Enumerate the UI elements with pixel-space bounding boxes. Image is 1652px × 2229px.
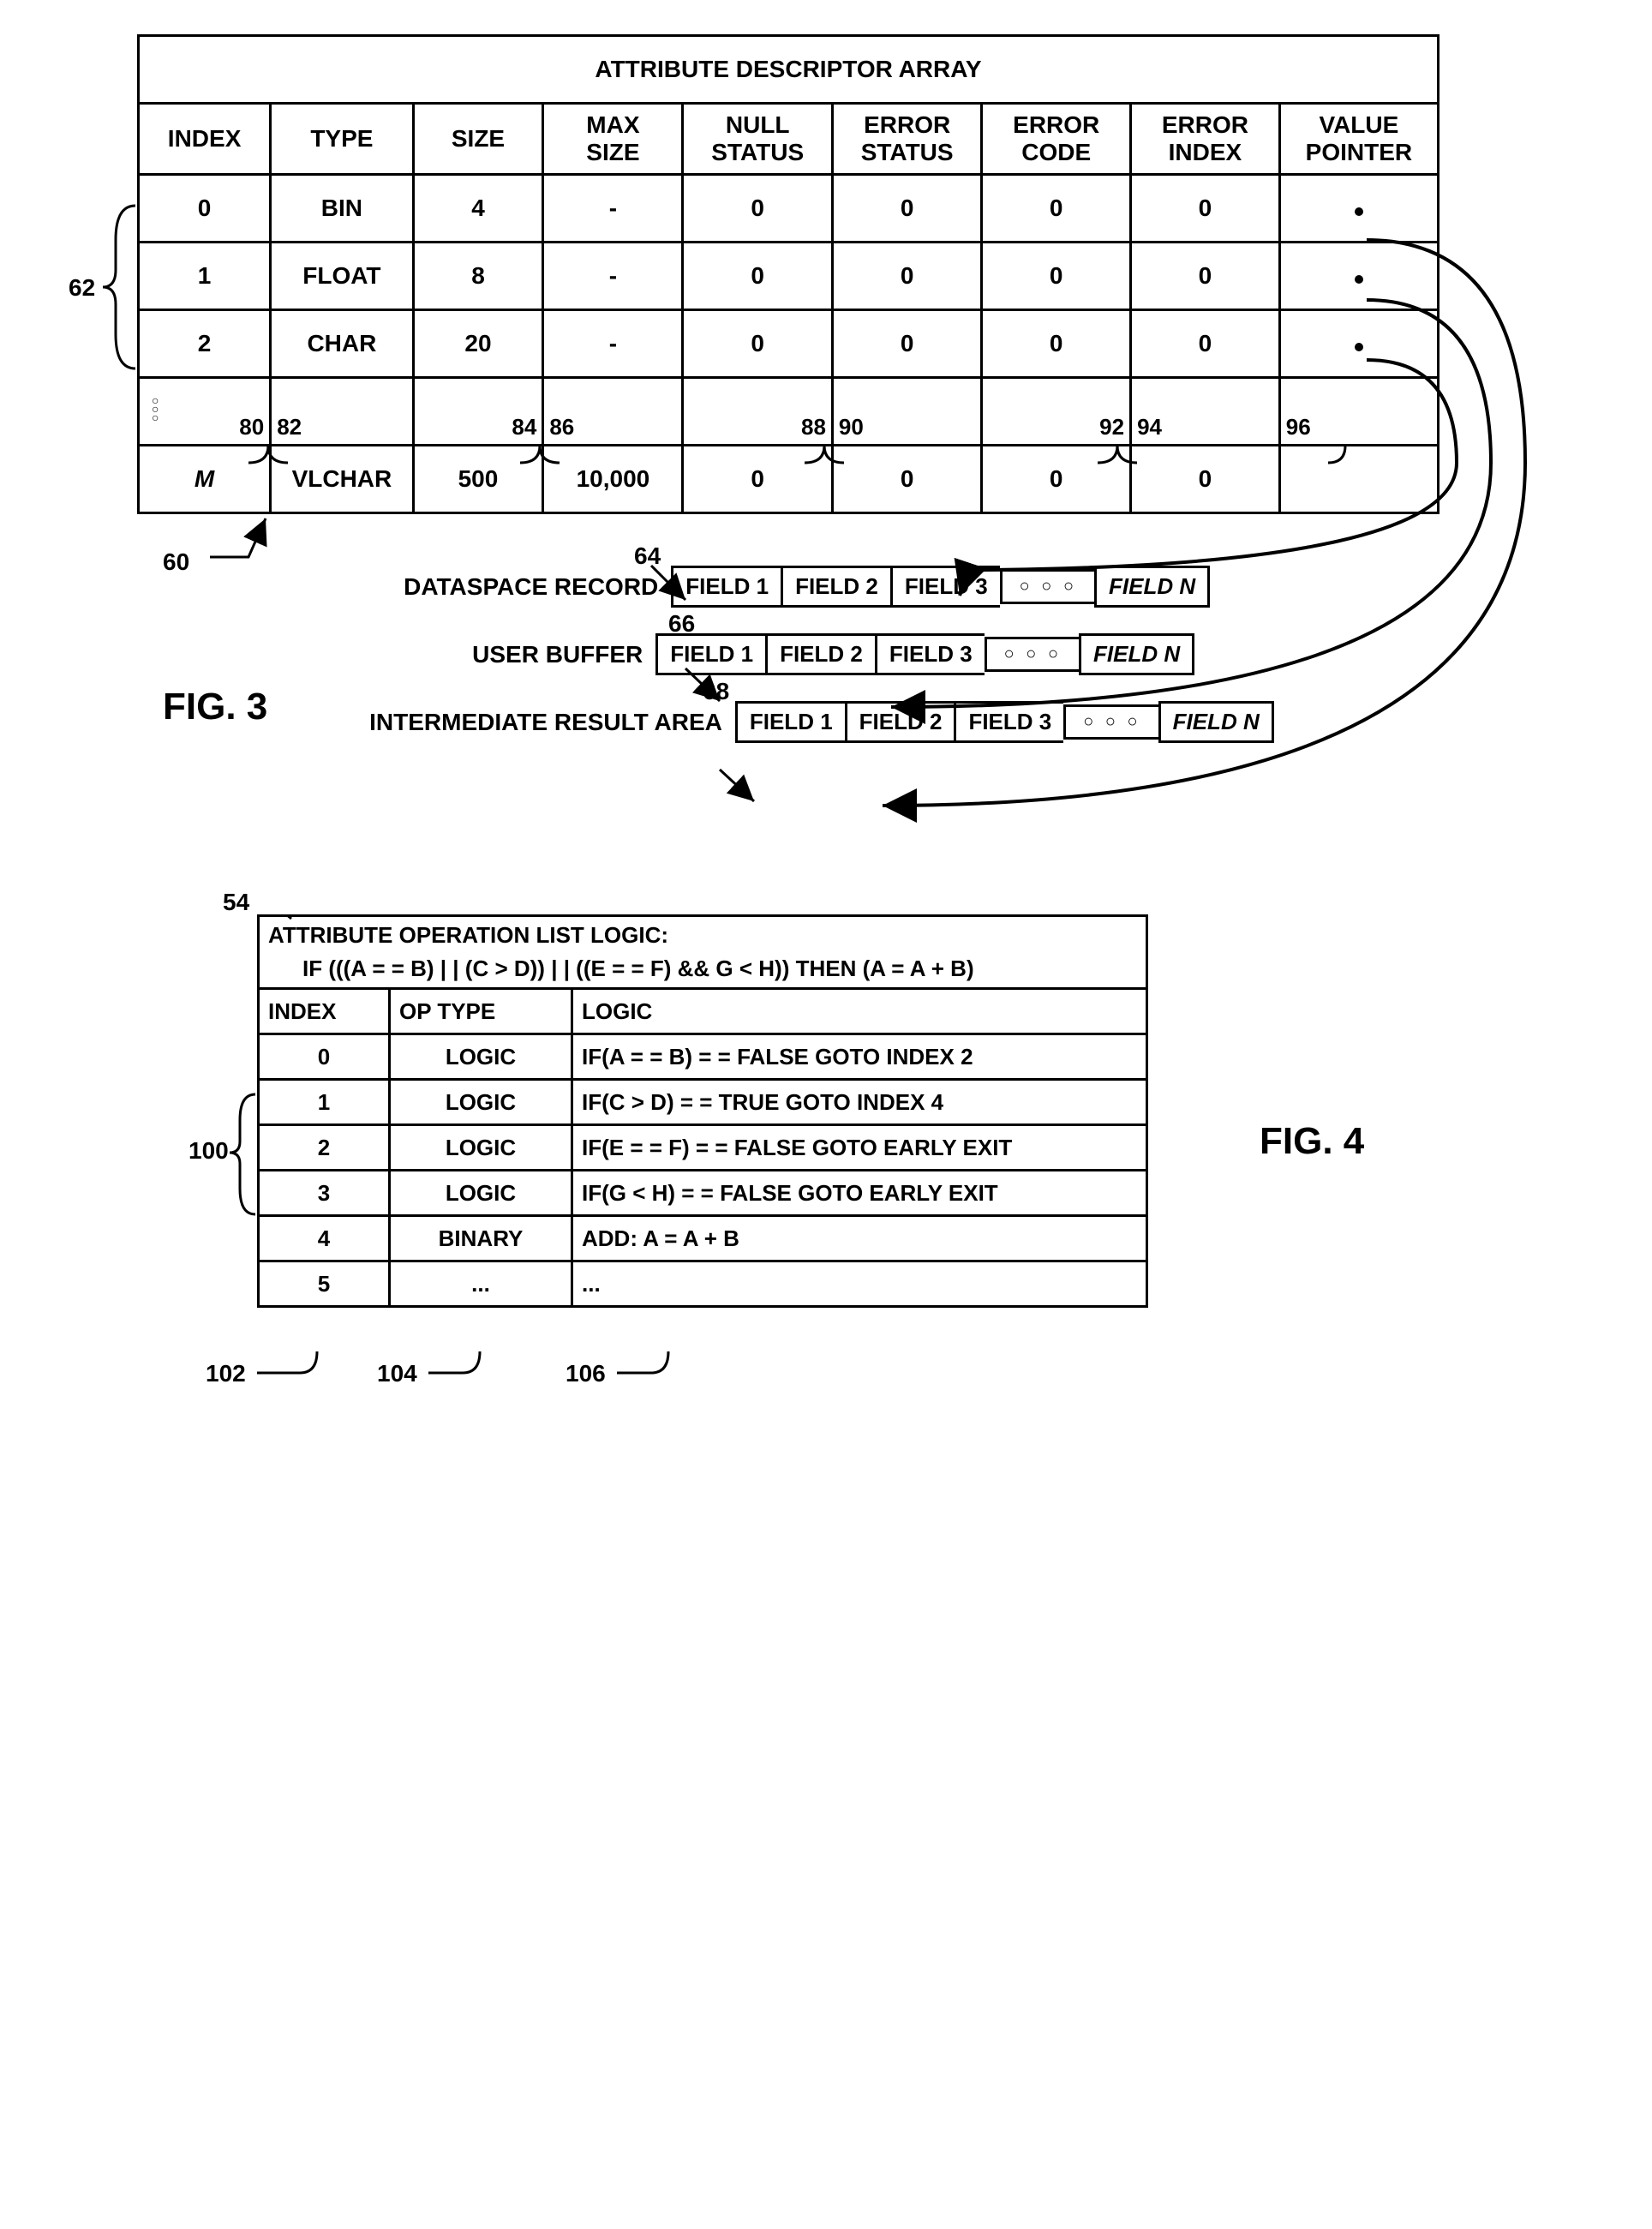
col-type: TYPE [271,104,413,175]
aol-row-0: 0 LOGIC IF(A = = B) = = FALSE GOTO INDEX… [259,1034,1147,1080]
colref-84: 84 [512,414,536,440]
vertical-ellipsis-icon: ○○○ [152,396,159,422]
aol-row-4: 4 BINARY ADD: A = A + B [259,1216,1147,1261]
aol-header: ATTRIBUTE OPERATION LIST LOGIC: IF (((A … [259,916,1147,989]
ref-104: 104 [377,1360,417,1387]
ref-62: 62 [69,274,95,302]
user-buffer-row: 66 USER BUFFER FIELD 1 FIELD 2 FIELD 3 ○… [446,633,1577,675]
intermediate-result-row: 68 INTERMEDIATE RESULT AREA FIELD 1 FIEL… [343,701,1577,743]
aol-header-line1: ATTRIBUTE OPERATION LIST LOGIC: [268,922,1137,949]
ada-row-1: 1 FLOAT 8 - 0 0 0 0 [139,243,1439,310]
ref-64: 64 [634,542,661,570]
ref-106: 106 [566,1360,606,1387]
field-ellipsis: ○ ○ ○ [1063,704,1158,740]
attribute-descriptor-array-table: ATTRIBUTE DESCRIPTOR ARRAY INDEX TYPE SI… [137,34,1440,514]
field-1: FIELD 1 [655,633,765,675]
pointer-cell-0 [1279,175,1438,243]
ref-60: 60 [163,548,189,576]
field-1: FIELD 1 [671,566,781,608]
field-n: FIELD N [1079,633,1194,675]
ada-title: ATTRIBUTE DESCRIPTOR ARRAY [139,36,1439,104]
aol-row-5: 5 ... ... [259,1261,1147,1307]
fig4-label: FIG. 4 [1260,1120,1364,1163]
col-errorcode: ERROR CODE [982,104,1131,175]
figure-3: ATTRIBUTE DESCRIPTOR ARRAY INDEX TYPE SI… [34,34,1577,743]
dataspace-record-label: DATASPACE RECORD [404,573,658,601]
figure-4: 54 ATTRIBUTE OPERATION LIST LOGIC: IF ((… [34,914,1577,1308]
field-3: FIELD 3 [875,633,985,675]
ada-row-m: M VLCHAR 500 10,000 0 0 0 0 [139,446,1439,513]
field-2: FIELD 2 [845,701,955,743]
aol-row-3: 3 LOGIC IF(G < H) = = FALSE GOTO EARLY E… [259,1171,1147,1216]
aol-header-line2: IF (((A = = B) | | (C > D)) | | ((E = = … [268,949,1137,982]
field-3: FIELD 3 [954,701,1063,743]
ada-row-2: 2 CHAR 20 - 0 0 0 0 [139,310,1439,378]
col-index: INDEX [139,104,271,175]
col-maxsize: MAX SIZE [543,104,683,175]
fig3-label: FIG. 3 [163,686,267,728]
col-size: SIZE [413,104,543,175]
field-n: FIELD N [1158,701,1274,743]
pointer-cell-1 [1279,243,1438,310]
ref-54: 54 [223,889,249,916]
intermediate-result-label: INTERMEDIATE RESULT AREA [369,709,722,736]
field-ellipsis: ○ ○ ○ [985,637,1079,672]
col-errorstatus: ERROR STATUS [832,104,981,175]
pointer-cell-2 [1279,310,1438,378]
field-n: FIELD N [1094,566,1210,608]
colref-80: 80 [239,414,264,440]
attribute-operation-list-table: ATTRIBUTE OPERATION LIST LOGIC: IF (((A … [257,914,1148,1308]
dataspace-record-row: 64 DATASPACE RECORD FIELD 1 FIELD 2 FIEL… [377,566,1577,608]
col-nullstatus: NULL STATUS [683,104,832,175]
col-valuepointer: VALUE POINTER [1279,104,1438,175]
colref-96: 96 [1286,414,1311,440]
field-1: FIELD 1 [735,701,845,743]
field-3: FIELD 3 [890,566,1000,608]
field-2: FIELD 2 [765,633,875,675]
user-buffer-label: USER BUFFER [472,641,643,668]
ada-header-row: INDEX TYPE SIZE MAX SIZE NULL STATUS ERR… [139,104,1439,175]
colref-94: 94 [1137,414,1162,440]
colref-82: 82 [277,414,302,440]
ref-68: 68 [703,678,729,705]
aol-row-2: 2 LOGIC IF(E = = F) = = FALSE GOTO EARLY… [259,1125,1147,1171]
ada-ellipsis-row: ○○○ 80 82 84 86 88 90 92 94 96 [139,378,1439,446]
col-errorindex: ERROR INDEX [1131,104,1280,175]
field-2: FIELD 2 [781,566,890,608]
colref-88: 88 [801,414,826,440]
colref-86: 86 [549,414,574,440]
colref-90: 90 [839,414,864,440]
ref-102: 102 [206,1360,246,1387]
colref-92: 92 [1099,414,1124,440]
ref-100: 100 [189,1137,229,1165]
field-ellipsis: ○ ○ ○ [1000,569,1094,604]
ada-row-0: 0 BIN 4 - 0 0 0 0 [139,175,1439,243]
aol-row-1: 1 LOGIC IF(C > D) = = TRUE GOTO INDEX 4 [259,1080,1147,1125]
ref-66: 66 [668,610,695,638]
aol-column-header: INDEX OP TYPE LOGIC [259,989,1147,1034]
